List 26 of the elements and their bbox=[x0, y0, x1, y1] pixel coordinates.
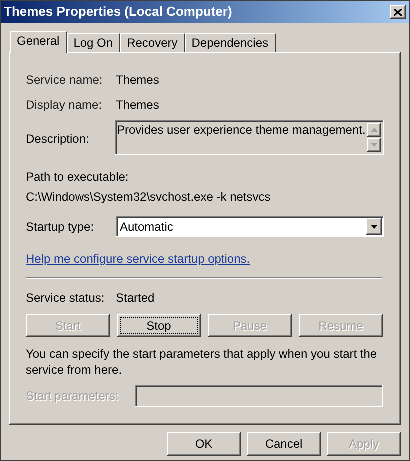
scroll-up-icon[interactable] bbox=[367, 123, 381, 137]
field-label: Service status: bbox=[26, 290, 106, 307]
field-value: Themes bbox=[116, 96, 160, 114]
field-label: Path to executable: bbox=[26, 169, 130, 186]
field-value: Themes bbox=[116, 72, 160, 88]
field-label: Display name: bbox=[26, 96, 104, 114]
startup-type-dropdown[interactable]: Automatic bbox=[116, 216, 384, 237]
dialog-button[interactable]: Cancel bbox=[247, 432, 321, 456]
tab[interactable]: General bbox=[10, 31, 67, 53]
description-text: Provides user experience theme management. bbox=[117, 122, 366, 139]
tab[interactable]: Dependencies bbox=[184, 33, 276, 52]
tab[interactable]: Recovery bbox=[120, 33, 185, 52]
path-text: C:\Windows\System32\svchost.exe -k netsvcs bbox=[26, 189, 272, 206]
start-parameters-note: You can specify the start parameters that apply when you start the service from here. bbox=[26, 346, 378, 378]
window-title: Themes Properties (Local Computer) bbox=[4, 3, 232, 22]
field-label: Description: bbox=[26, 131, 90, 148]
scroll-down-icon[interactable] bbox=[367, 138, 381, 152]
dialog-button[interactable]: OK bbox=[167, 432, 241, 456]
field-label: Service name: bbox=[26, 72, 104, 88]
status-value: Started bbox=[116, 290, 155, 307]
help-link[interactable]: Help me configure service startup options. bbox=[26, 250, 250, 268]
close-button[interactable] bbox=[390, 5, 406, 19]
service-button[interactable]: Stop bbox=[117, 314, 201, 337]
close-icon bbox=[394, 8, 402, 16]
tab[interactable]: Log On bbox=[66, 33, 120, 52]
field-label: Startup type: bbox=[26, 218, 96, 236]
